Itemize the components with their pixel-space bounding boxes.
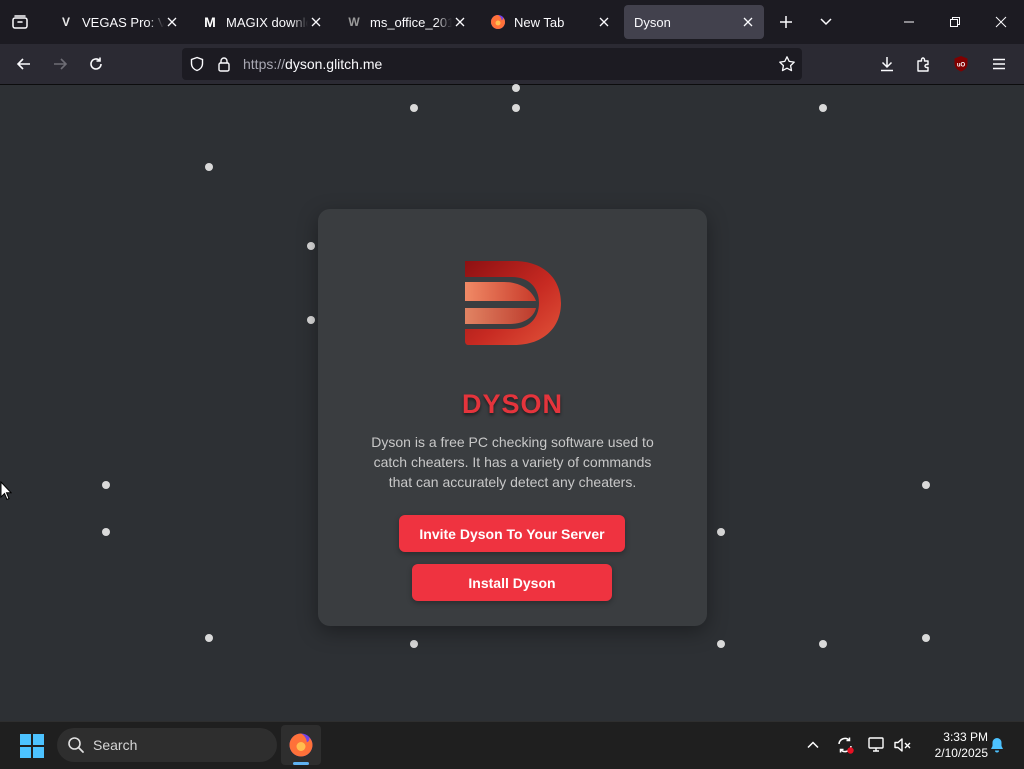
minimize-icon	[904, 21, 914, 23]
tab-overview-icon	[12, 15, 28, 29]
clock-date: 2/10/2025	[934, 746, 988, 760]
invite-dyson-button[interactable]: Invite Dyson To Your Server	[399, 515, 625, 552]
tab-title: ms_office_2010_	[370, 14, 452, 30]
system-clock[interactable]: 3:33 PM 2/10/2025	[918, 729, 988, 761]
background-particle	[512, 104, 520, 112]
app-menu-button[interactable]	[983, 48, 1015, 80]
dyson-logo	[465, 261, 561, 345]
close-tab-icon[interactable]	[164, 14, 180, 30]
lock-icon[interactable]	[217, 56, 231, 77]
background-particle	[512, 84, 520, 92]
downloads-button[interactable]	[871, 48, 903, 80]
tab-new-tab[interactable]: New Tab	[480, 5, 620, 39]
tab-title: VEGAS Pro: Video	[82, 14, 164, 30]
ublock-shield-icon: uO	[954, 56, 968, 72]
background-particle	[717, 528, 725, 536]
background-particle	[102, 528, 110, 536]
background-particle	[410, 104, 418, 112]
restore-icon	[950, 17, 960, 27]
network-monitor-icon	[868, 737, 884, 752]
magix-favicon-icon: M	[204, 14, 216, 30]
arrow-left-icon	[16, 58, 30, 70]
restore-button[interactable]	[939, 6, 971, 38]
close-tab-icon[interactable]	[740, 14, 756, 30]
arrow-right-icon	[54, 58, 68, 70]
sync-status-button[interactable]	[834, 734, 856, 756]
list-all-tabs-button[interactable]	[810, 6, 842, 38]
firefox-favicon-icon	[490, 14, 506, 30]
tab-vegas[interactable]: V VEGAS Pro: Video	[48, 5, 188, 39]
forward-button[interactable]	[44, 48, 76, 80]
brand-title: DYSON	[461, 389, 564, 419]
mouse-cursor-icon	[0, 481, 12, 501]
navigation-toolbar: https://dyson.glitch.me uO	[0, 44, 1024, 85]
background-particle	[307, 316, 315, 324]
back-button[interactable]	[8, 48, 40, 80]
close-tab-icon[interactable]	[596, 14, 612, 30]
dyson-card: DYSON Dyson is a free PC checking softwa…	[318, 209, 707, 626]
search-label: Search	[93, 737, 138, 753]
background-particle	[307, 242, 315, 250]
bookmark-star-icon[interactable]	[778, 55, 796, 78]
close-tab-icon[interactable]	[308, 14, 324, 30]
page-viewport: DYSON Dyson is a free PC checking softwa…	[0, 84, 1024, 721]
taskbar-firefox-app[interactable]	[281, 725, 321, 765]
url-text[interactable]: https://dyson.glitch.me	[243, 56, 382, 72]
background-particle	[205, 163, 213, 171]
background-particle	[717, 640, 725, 648]
extensions-button[interactable]	[908, 48, 940, 80]
hamburger-menu-icon	[993, 58, 1005, 70]
search-icon	[68, 737, 84, 753]
address-bar[interactable]: https://dyson.glitch.me	[182, 48, 802, 80]
reload-button[interactable]	[80, 48, 112, 80]
sync-icon	[838, 737, 854, 754]
tab-title: Dyson	[634, 14, 671, 30]
chevron-up-icon	[807, 741, 819, 749]
background-particle	[819, 640, 827, 648]
tab-title: New Tab	[514, 14, 565, 30]
ublock-origin-button[interactable]: uO	[945, 48, 977, 80]
notifications-button[interactable]	[986, 734, 1008, 756]
network-status-button[interactable]	[866, 734, 888, 756]
background-particle	[410, 640, 418, 648]
tab-ms-office[interactable]: W ms_office_2010_	[336, 5, 476, 39]
windows-start-icon[interactable]	[20, 734, 44, 758]
clock-time: 3:33 PM	[943, 730, 988, 744]
tab-overview-button[interactable]	[0, 0, 40, 44]
taskbar-search-box[interactable]: Search	[57, 728, 277, 762]
puzzle-icon	[917, 57, 929, 72]
new-tab-button[interactable]	[770, 6, 802, 38]
firefox-icon	[289, 733, 313, 757]
reload-icon	[90, 57, 102, 70]
bell-icon	[991, 738, 1003, 753]
tab-strip: V VEGAS Pro: Video M MAGIX download W ms…	[0, 0, 1024, 44]
tracking-protection-shield-icon[interactable]	[189, 56, 205, 77]
background-particle	[922, 634, 930, 642]
close-tab-icon[interactable]	[452, 14, 468, 30]
plus-icon	[780, 16, 792, 28]
close-icon	[995, 16, 1007, 28]
wordpress-favicon-icon: W	[348, 15, 360, 29]
chevron-down-icon	[820, 18, 832, 26]
tab-magix[interactable]: M MAGIX download	[192, 5, 332, 39]
windows-taskbar: Search 3:33 PM 2/10/2025	[0, 721, 1024, 769]
tab-title: MAGIX download	[226, 14, 308, 30]
close-window-button[interactable]	[985, 6, 1017, 38]
svg-text:uO: uO	[957, 63, 966, 69]
background-particle	[205, 634, 213, 642]
background-particle	[819, 104, 827, 112]
background-particle	[102, 481, 110, 489]
show-hidden-icons-button[interactable]	[802, 734, 824, 756]
brand-description: Dyson is a free PC checking software use…	[371, 434, 654, 490]
tab-dyson[interactable]: Dyson	[624, 5, 764, 39]
background-particle	[922, 481, 930, 489]
vegas-favicon-icon: V	[61, 15, 70, 29]
download-icon	[881, 57, 893, 72]
minimize-button[interactable]	[893, 6, 925, 38]
install-dyson-button[interactable]: Install Dyson	[412, 564, 612, 601]
running-indicator	[293, 762, 309, 765]
volume-button[interactable]	[891, 734, 913, 756]
speaker-muted-icon	[894, 738, 911, 752]
